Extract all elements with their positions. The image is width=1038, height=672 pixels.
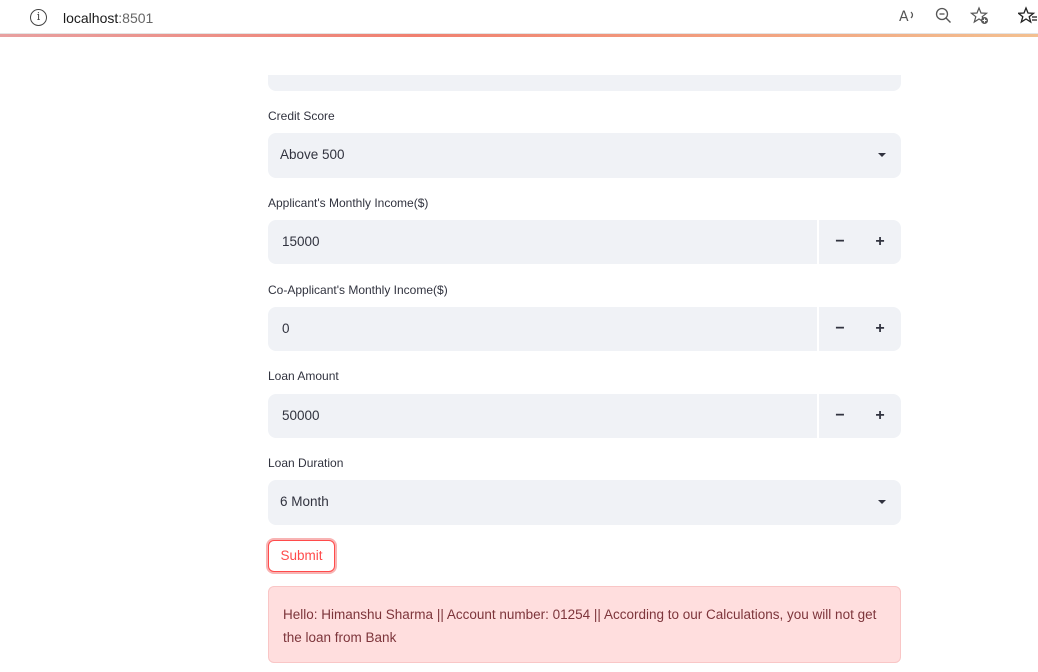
applicant-income-label: Applicant's Monthly Income($) bbox=[268, 196, 429, 210]
previous-field-input[interactable] bbox=[268, 75, 901, 91]
url-port: :8501 bbox=[118, 10, 154, 26]
zoom-out-icon[interactable] bbox=[934, 6, 954, 32]
browser-toolbar: i localhost:8501 A bbox=[0, 0, 1038, 34]
add-favorite-icon[interactable] bbox=[969, 6, 990, 32]
loan-duration-value: 6 Month bbox=[280, 494, 329, 509]
stepper-divider bbox=[817, 394, 819, 438]
credit-score-label: Credit Score bbox=[268, 109, 335, 123]
coapplicant-income-value[interactable]: 0 bbox=[282, 321, 290, 336]
address-bar[interactable]: i localhost:8501 bbox=[10, 3, 1006, 29]
loan-duration-select[interactable]: 6 Month bbox=[268, 480, 901, 525]
stepper-divider bbox=[817, 220, 819, 264]
read-aloud-icon[interactable]: A bbox=[898, 6, 918, 32]
submit-button[interactable]: Submit bbox=[268, 540, 335, 572]
decrement-button[interactable]: − bbox=[820, 394, 860, 438]
chevron-down-icon bbox=[878, 500, 886, 504]
credit-score-select[interactable]: Above 500 bbox=[268, 133, 901, 178]
loan-duration-label: Loan Duration bbox=[268, 456, 344, 470]
increment-button[interactable]: + bbox=[860, 394, 900, 438]
loan-amount-label: Loan Amount bbox=[268, 369, 339, 383]
svg-text:A: A bbox=[899, 9, 909, 25]
result-alert: Hello: Himanshu Sharma || Account number… bbox=[268, 586, 901, 663]
loan-amount-value[interactable]: 50000 bbox=[282, 408, 320, 423]
stepper-divider bbox=[817, 307, 819, 351]
chevron-down-icon bbox=[878, 153, 886, 157]
url-host: localhost bbox=[63, 10, 119, 26]
page-load-progress bbox=[0, 34, 1038, 37]
increment-button[interactable]: + bbox=[860, 220, 900, 264]
increment-button[interactable]: + bbox=[860, 307, 900, 351]
decrement-button[interactable]: − bbox=[820, 220, 860, 264]
applicant-income-value[interactable]: 15000 bbox=[282, 234, 320, 249]
loan-amount-input[interactable]: 50000 − + bbox=[268, 394, 901, 438]
coapplicant-income-input[interactable]: 0 − + bbox=[268, 307, 901, 351]
result-message: Hello: Himanshu Sharma || Account number… bbox=[283, 607, 877, 645]
favorites-icon[interactable] bbox=[1016, 6, 1038, 32]
applicant-income-input[interactable]: 15000 − + bbox=[268, 220, 901, 264]
coapplicant-income-label: Co-Applicant's Monthly Income($) bbox=[268, 283, 448, 297]
decrement-button[interactable]: − bbox=[820, 307, 860, 351]
url-text[interactable]: localhost:8501 bbox=[63, 10, 153, 26]
info-icon[interactable]: i bbox=[30, 9, 47, 26]
credit-score-value: Above 500 bbox=[280, 147, 345, 162]
